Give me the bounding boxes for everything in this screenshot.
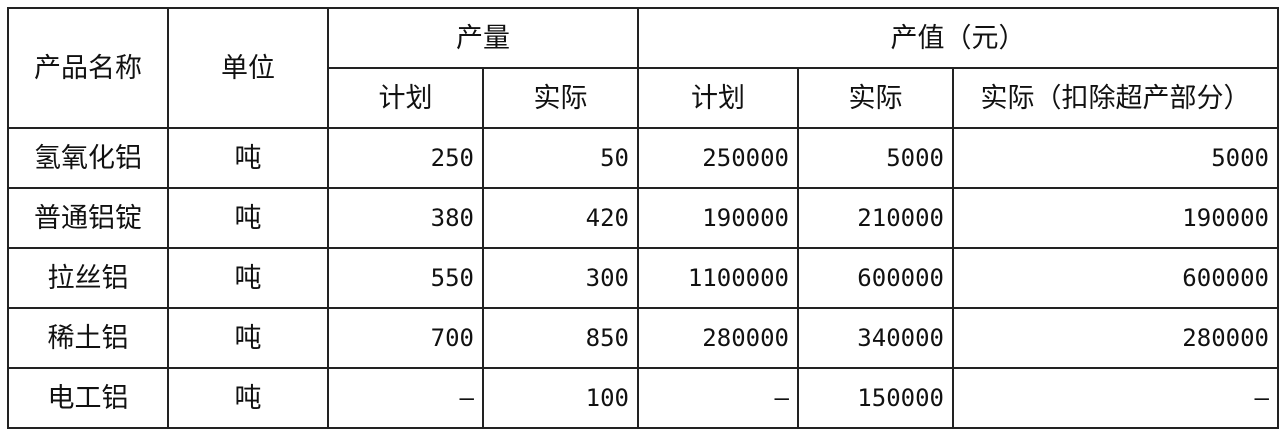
cell-qty-actual: 50 <box>482 127 639 189</box>
header-quantity-plan: 计划 <box>327 67 484 129</box>
cell-qty-plan: 380 <box>327 187 484 249</box>
cell-val-actual: 340000 <box>797 307 954 369</box>
table-row: 稀土铝 吨 700 850 280000 340000 280000 <box>7 307 1279 369</box>
cell-val-actual-excl: 190000 <box>952 187 1279 249</box>
cell-product-name: 氢氧化铝 <box>7 127 169 189</box>
cell-val-actual-excl: — <box>952 367 1279 429</box>
cell-val-actual-excl: 5000 <box>952 127 1279 189</box>
cell-qty-plan: — <box>327 367 484 429</box>
table-row: 氢氧化铝 吨 250 50 250000 5000 5000 <box>7 127 1279 189</box>
table-row: 拉丝铝 吨 550 300 1100000 600000 600000 <box>7 247 1279 309</box>
production-table: 产品名称 单位 产量 产值（元） 计划 实际 计划 实际 实际（扣除超产部分） … <box>7 7 1279 429</box>
cell-val-plan: 250000 <box>637 127 799 189</box>
cell-val-plan: 1100000 <box>637 247 799 309</box>
cell-qty-actual: 100 <box>482 367 639 429</box>
cell-qty-plan: 250 <box>327 127 484 189</box>
cell-val-plan: 190000 <box>637 187 799 249</box>
cell-val-actual: 5000 <box>797 127 954 189</box>
cell-product-name: 电工铝 <box>7 367 169 429</box>
table-row: 电工铝 吨 — 100 — 150000 — <box>7 367 1279 429</box>
header-quantity-actual: 实际 <box>482 67 639 129</box>
header-product-name: 产品名称 <box>7 7 169 129</box>
cell-val-actual: 210000 <box>797 187 954 249</box>
cell-unit: 吨 <box>167 307 329 369</box>
cell-qty-plan: 700 <box>327 307 484 369</box>
cell-unit: 吨 <box>167 187 329 249</box>
cell-qty-actual: 300 <box>482 247 639 309</box>
cell-qty-plan: 550 <box>327 247 484 309</box>
cell-unit: 吨 <box>167 367 329 429</box>
cell-product-name: 稀土铝 <box>7 307 169 369</box>
cell-product-name: 普通铝锭 <box>7 187 169 249</box>
cell-val-actual: 600000 <box>797 247 954 309</box>
header-unit: 单位 <box>167 7 329 129</box>
cell-val-plan: — <box>637 367 799 429</box>
table-row: 普通铝锭 吨 380 420 190000 210000 190000 <box>7 187 1279 249</box>
header-value-actual: 实际 <box>797 67 954 129</box>
header-quantity-group: 产量 <box>327 7 639 69</box>
cell-qty-actual: 420 <box>482 187 639 249</box>
cell-val-actual-excl: 280000 <box>952 307 1279 369</box>
cell-unit: 吨 <box>167 247 329 309</box>
cell-val-actual-excl: 600000 <box>952 247 1279 309</box>
cell-val-actual: 150000 <box>797 367 954 429</box>
cell-product-name: 拉丝铝 <box>7 247 169 309</box>
header-value-actual-excl: 实际（扣除超产部分） <box>952 67 1279 129</box>
header-row-1: 产品名称 单位 产量 产值（元） <box>7 7 1279 129</box>
header-value-group: 产值（元） <box>637 7 1279 69</box>
cell-val-plan: 280000 <box>637 307 799 369</box>
cell-qty-actual: 850 <box>482 307 639 369</box>
header-value-plan: 计划 <box>637 67 799 129</box>
cell-unit: 吨 <box>167 127 329 189</box>
